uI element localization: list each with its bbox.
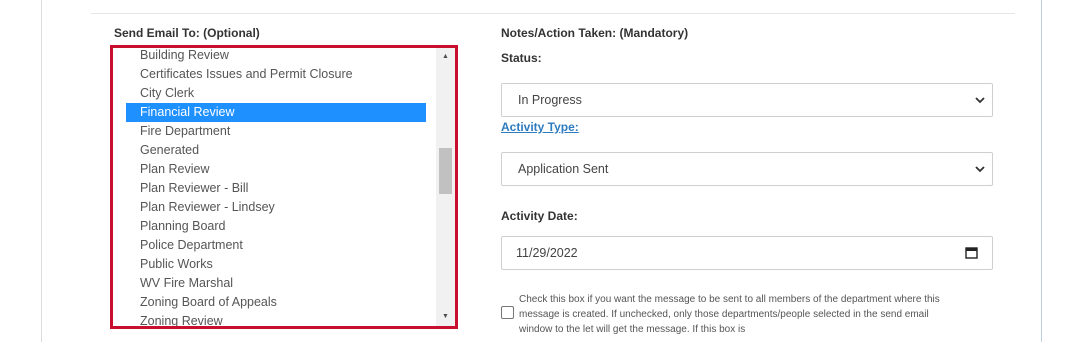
listbox-option[interactable]: Financial Review — [126, 103, 426, 122]
listbox-scrollbar[interactable]: ▲ ▼ — [436, 48, 455, 326]
scroll-thumb[interactable] — [439, 148, 452, 194]
section-divider — [91, 13, 1015, 14]
scroll-up-icon[interactable]: ▲ — [436, 50, 455, 64]
listbox-option[interactable]: Building Review — [126, 48, 426, 65]
listbox-option[interactable]: City Clerk — [126, 84, 426, 103]
listbox-option[interactable]: Plan Reviewer - Lindsey — [126, 198, 426, 217]
listbox-option[interactable]: Plan Review — [126, 160, 426, 179]
send-email-listbox[interactable]: Building Review Certificates Issues and P… — [113, 48, 455, 326]
panel-left-border — [41, 0, 42, 342]
activity-type-link[interactable]: Activity Type: — [501, 120, 579, 134]
activity-type-value: Application Sent — [518, 162, 609, 176]
status-select[interactable]: In Progress — [501, 83, 993, 117]
listbox-option[interactable]: Fire Department — [126, 122, 426, 141]
listbox-option[interactable]: Zoning Review — [126, 312, 426, 326]
status-value: In Progress — [518, 93, 582, 107]
panel-right-border — [1041, 0, 1042, 342]
scroll-down-icon[interactable]: ▼ — [436, 310, 455, 324]
listbox-option[interactable]: Public Works — [126, 255, 426, 274]
chevron-down-icon — [975, 166, 985, 173]
notes-label: Notes/Action Taken: (Mandatory) — [501, 26, 689, 40]
listbox-option[interactable]: Certificates Issues and Permit Closure — [126, 65, 426, 84]
listbox-option[interactable]: Zoning Board of Appeals — [126, 293, 426, 312]
activity-date-label: Activity Date: — [501, 209, 578, 223]
listbox-option[interactable]: Planning Board — [126, 217, 426, 236]
notify-all-description: Check this box if you want the message t… — [519, 294, 940, 335]
listbox-option[interactable]: Plan Reviewer - Bill — [126, 179, 426, 198]
form-panel: Send Email To: (Optional) Building Revie… — [0, 0, 1080, 342]
listbox-option[interactable]: Generated — [126, 141, 426, 160]
status-label: Status: — [501, 51, 542, 65]
chevron-down-icon — [975, 97, 985, 104]
activity-date-input[interactable]: 11/29/2022 — [501, 236, 993, 270]
listbox-items: Building Review Certificates Issues and P… — [126, 48, 426, 326]
listbox-option[interactable]: WV Fire Marshal — [126, 274, 426, 293]
notify-all-checkbox[interactable] — [501, 306, 514, 319]
activity-date-value: 11/29/2022 — [516, 246, 578, 260]
calendar-icon[interactable] — [965, 246, 978, 259]
listbox-option[interactable]: Police Department — [126, 236, 426, 255]
send-email-label: Send Email To: (Optional) — [114, 26, 260, 40]
activity-type-select[interactable]: Application Sent — [501, 152, 993, 186]
